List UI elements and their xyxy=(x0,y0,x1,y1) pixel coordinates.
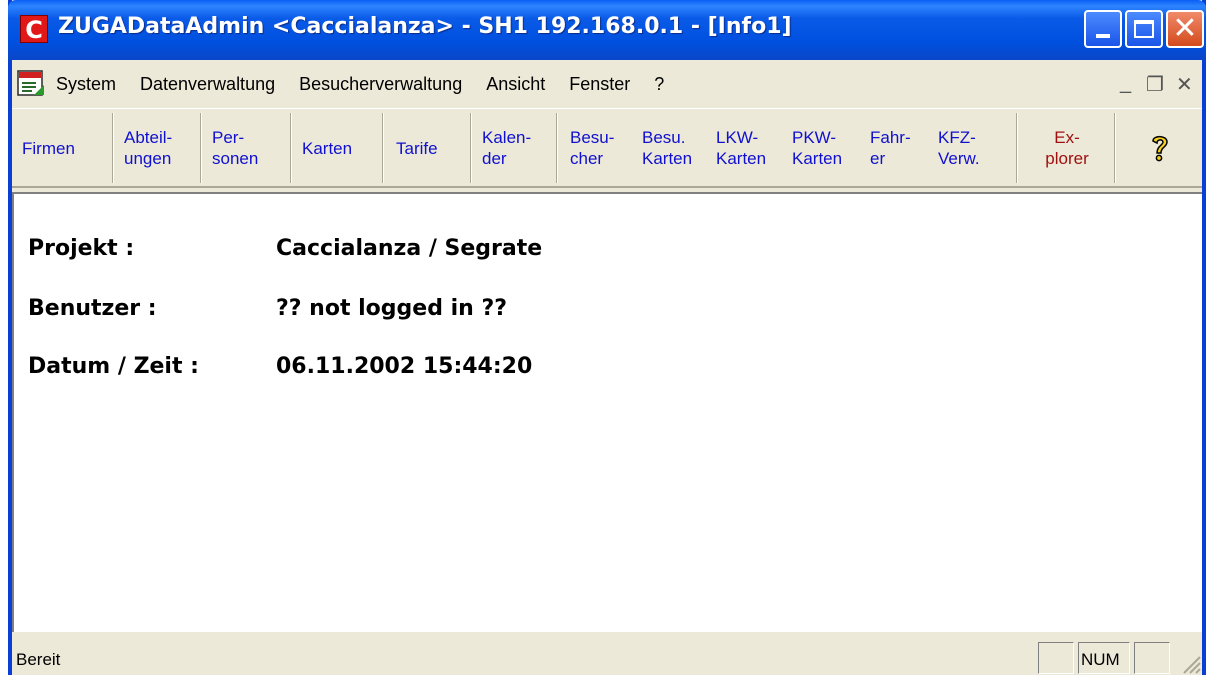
toolbar-label: cher xyxy=(570,149,604,168)
app-icon[interactable]: C xyxy=(20,15,48,44)
toolbar-abteilungen-button[interactable]: Abteil- ungen xyxy=(120,113,192,183)
toolbar-label: er xyxy=(870,149,886,168)
document-window-icon[interactable] xyxy=(16,69,46,99)
menu-system[interactable]: System xyxy=(56,74,116,95)
toolbar-kfzverwaltung-button[interactable]: KFZ- Verw. xyxy=(934,113,1006,183)
toolbar-separator xyxy=(1114,113,1116,183)
toolbar-separator xyxy=(1016,113,1018,183)
menu-datenverwaltung[interactable]: Datenverwaltung xyxy=(140,74,275,95)
toolbar-karten-button[interactable]: Karten xyxy=(298,113,374,183)
status-bar: Bereit NUM xyxy=(12,638,1202,675)
num-lock-indicator: NUM xyxy=(1081,650,1120,669)
toolbar-label: Karten xyxy=(792,149,843,168)
child-restore-icon[interactable]: ❐ xyxy=(1146,72,1164,97)
toolbar-label: ungen xyxy=(124,149,172,168)
toolbar-firmen-button[interactable]: Firmen xyxy=(18,113,104,183)
app-window: C ZUGADataAdmin <Caccialanza> - SH1 192.… xyxy=(8,0,1206,675)
close-icon: ✕ xyxy=(1172,11,1198,46)
status-pane-num: NUM xyxy=(1078,642,1130,674)
toolbar-fahrer-button[interactable]: Fahr- er xyxy=(866,113,930,183)
toolbar: Firmen Abteil- ungen Per- sonen Karten T… xyxy=(12,108,1202,188)
toolbar-besucherkarten-button[interactable]: Besu. Karten xyxy=(638,113,710,183)
toolbar-label: der xyxy=(482,149,507,168)
toolbar-separator xyxy=(470,113,472,183)
toolbar-label: Besu- xyxy=(570,128,615,147)
minimize-icon xyxy=(1096,34,1110,38)
toolbar-besucher-button[interactable]: Besu- cher xyxy=(566,113,632,183)
maximize-icon xyxy=(1134,20,1154,38)
status-pane-scroll xyxy=(1134,642,1170,674)
toolbar-separator xyxy=(382,113,384,183)
datum-zeit-label: Datum / Zeit : xyxy=(28,354,199,379)
status-pane-caps xyxy=(1038,642,1074,674)
toolbar-label: sonen xyxy=(212,149,259,168)
menu-bar: System Datenverwaltung Besucherverwaltun… xyxy=(12,66,1202,108)
toolbar-label: Abteil- xyxy=(124,128,173,147)
benutzer-label: Benutzer : xyxy=(28,296,157,321)
minimize-button[interactable] xyxy=(1084,10,1122,48)
toolbar-separator xyxy=(112,113,114,183)
toolbar-label: KFZ- xyxy=(938,128,976,147)
datum-zeit-value: 06.11.2002 15:44:20 xyxy=(276,354,533,379)
toolbar-help-button[interactable] xyxy=(1120,113,1200,183)
projekt-value: Caccialanza / Segrate xyxy=(276,236,543,261)
toolbar-label: Karten xyxy=(302,138,353,158)
toolbar-separator xyxy=(200,113,202,183)
toolbar-label: LKW- xyxy=(716,128,759,147)
help-question-icon xyxy=(1152,135,1168,162)
child-close-icon[interactable]: ✕ xyxy=(1176,72,1193,97)
toolbar-explorer-button[interactable]: Ex- plorer xyxy=(1022,113,1112,183)
toolbar-personen-button[interactable]: Per- sonen xyxy=(208,113,284,183)
toolbar-kalender-button[interactable]: Kalen- der xyxy=(478,113,550,183)
maximize-button[interactable] xyxy=(1125,10,1163,48)
menu-besucherverwaltung[interactable]: Besucherverwaltung xyxy=(299,74,462,95)
menu-fenster[interactable]: Fenster xyxy=(569,74,630,95)
title-bar[interactable]: C ZUGADataAdmin <Caccialanza> - SH1 192.… xyxy=(8,0,1206,60)
toolbar-label: plorer xyxy=(1045,149,1089,168)
toolbar-separator xyxy=(556,113,558,183)
toolbar-label: Ex- xyxy=(1054,128,1080,147)
toolbar-label: Fahr- xyxy=(870,128,911,147)
toolbar-tarife-button[interactable]: Tarife xyxy=(392,113,464,183)
toolbar-label: Besu. xyxy=(642,128,686,147)
close-button[interactable]: ✕ xyxy=(1166,10,1204,48)
toolbar-label: Firmen xyxy=(22,138,75,158)
toolbar-label: Karten xyxy=(642,149,693,168)
projekt-label: Projekt : xyxy=(28,236,135,261)
toolbar-separator xyxy=(290,113,292,183)
toolbar-lkwkarten-button[interactable]: LKW- Karten xyxy=(712,113,784,183)
toolbar-label: Tarife xyxy=(396,138,438,158)
resize-grip-icon[interactable] xyxy=(1178,651,1202,675)
child-minimize-icon[interactable]: _ xyxy=(1120,72,1131,95)
toolbar-pkwkarten-button[interactable]: PKW- Karten xyxy=(788,113,860,183)
window-title: ZUGADataAdmin <Caccialanza> - SH1 192.16… xyxy=(58,14,792,39)
benutzer-value: ?? not logged in ?? xyxy=(276,296,507,321)
toolbar-label: Per- xyxy=(212,128,245,147)
status-text: Bereit xyxy=(16,650,61,669)
toolbar-label: Verw. xyxy=(938,149,980,168)
menu-ansicht[interactable]: Ansicht xyxy=(486,74,545,95)
toolbar-label: Kalen- xyxy=(482,128,532,147)
menu-help[interactable]: ? xyxy=(654,74,664,95)
info-panel: Projekt : Caccialanza / Segrate Benutzer… xyxy=(12,192,1202,632)
toolbar-label: PKW- xyxy=(792,128,837,147)
toolbar-label: Karten xyxy=(716,149,767,168)
